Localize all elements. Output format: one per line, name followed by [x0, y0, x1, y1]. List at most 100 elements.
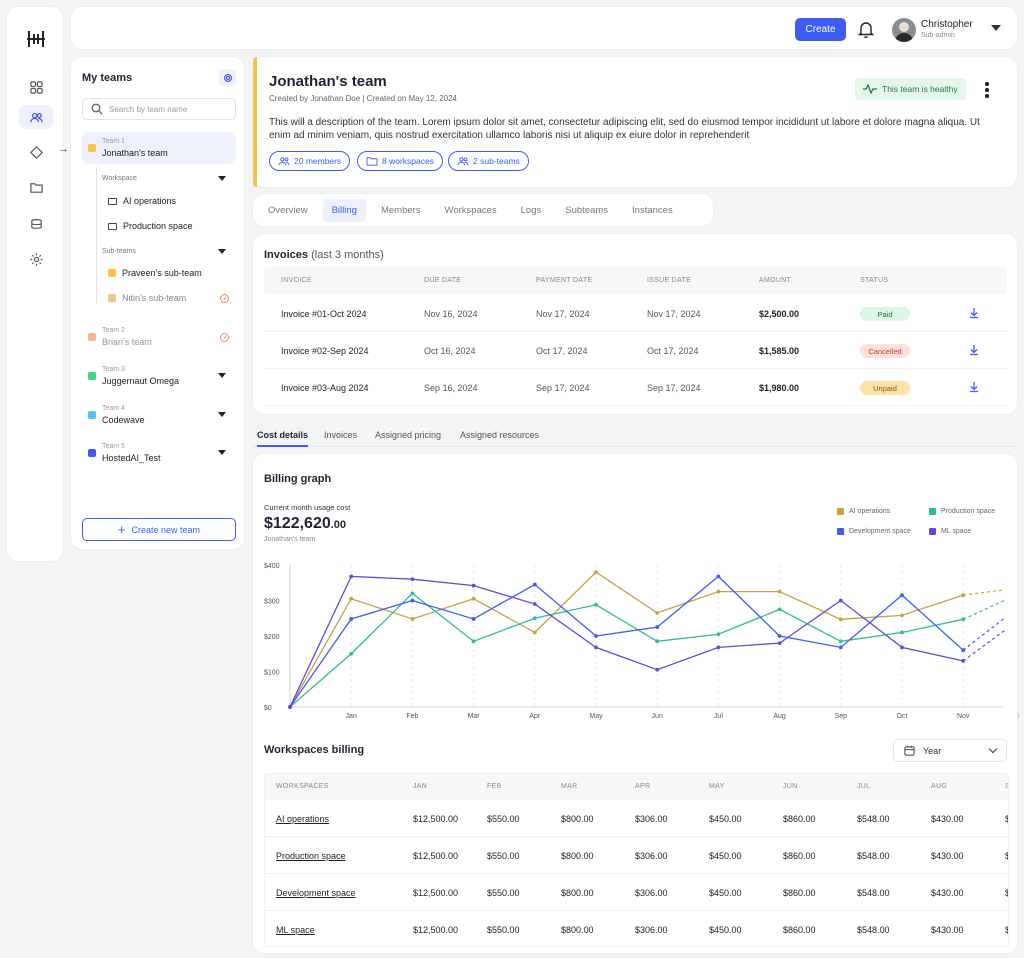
workspace-link[interactable]: Development space	[276, 888, 356, 898]
chevron-down-icon[interactable]	[991, 25, 1001, 31]
create-button[interactable]: Create	[795, 18, 846, 41]
download-icon[interactable]	[968, 344, 980, 356]
tab-overview[interactable]: Overview	[259, 199, 317, 222]
cell-invoice: Invoice #03-Aug 2024	[281, 383, 369, 393]
files-nav[interactable]	[19, 175, 53, 199]
column-header: MAY	[709, 783, 725, 790]
workspaces-pill[interactable]: 8 workspaces	[357, 151, 443, 171]
subtab-invoices[interactable]: Invoices	[324, 430, 357, 440]
cell-amount: $1,980.00	[759, 383, 800, 393]
table-row: ML space $12,500.00 $550.00 $800.00 $306.00 $…	[265, 911, 1008, 946]
dashboard-nav[interactable]	[19, 75, 53, 99]
data-point	[777, 589, 782, 594]
settings-nav[interactable]	[19, 247, 53, 271]
team-search[interactable]	[82, 98, 236, 120]
blocked-icon	[220, 333, 229, 342]
billing-card: Billing graph Current month usage cost $…	[252, 453, 1019, 954]
chevron-down-icon[interactable]	[218, 450, 226, 455]
workspace-label: Production space	[123, 221, 193, 231]
cell-issue: Oct 17, 2024	[647, 346, 699, 356]
cell-value: $550.00	[487, 814, 520, 824]
team-item-3[interactable]: Team 3 Juggernaut Omega	[82, 364, 236, 392]
cell-value: $	[1005, 925, 1008, 935]
data-point	[716, 574, 721, 579]
data-point	[410, 617, 415, 621]
y-tick-label: $200	[264, 634, 280, 641]
chevron-down-icon[interactable]	[218, 412, 226, 417]
cell-amount: $1,585.00	[759, 346, 800, 356]
workspace-item-ai-operations[interactable]: AI operations	[108, 196, 176, 206]
billing-graph-title: Billing graph	[264, 473, 332, 485]
storage-nav[interactable]	[19, 211, 53, 235]
user-name: Christopher	[921, 19, 973, 30]
grid-icon	[29, 80, 43, 94]
subteams-pill[interactable]: 2 sub-teams	[448, 151, 529, 171]
teams-nav[interactable]	[19, 105, 53, 129]
create-new-team-button[interactable]: + Create new team	[82, 518, 236, 541]
y-tick-label: $300	[264, 599, 280, 606]
chevron-down-icon[interactable]	[218, 249, 226, 254]
collapse-arrow-icon[interactable]: →	[58, 143, 69, 155]
data-point	[349, 574, 354, 579]
workspace-item-production-space[interactable]: Production space	[108, 221, 193, 231]
tab-members[interactable]: Members	[372, 199, 430, 222]
members-count: 20 members	[294, 156, 342, 166]
subtab-assigned-pricing[interactable]: Assigned pricing	[375, 430, 441, 440]
data-point	[655, 667, 660, 672]
tab-workspaces[interactable]: Workspaces	[436, 199, 506, 222]
subtab-cost-details[interactable]: Cost details	[257, 430, 309, 447]
team-item-2[interactable]: Team 2 Brian's team	[82, 325, 236, 353]
column-header: MAR	[561, 783, 578, 790]
chevron-down-icon[interactable]	[218, 373, 226, 378]
tab-logs[interactable]: Logs	[512, 199, 551, 222]
bell-icon[interactable]	[857, 19, 875, 39]
top-bar: Create Christopher Sub-admin	[70, 6, 1018, 50]
create-new-team-label: Create new team	[131, 524, 201, 535]
avatar[interactable]	[892, 18, 916, 42]
tab-subteams[interactable]: Subteams	[556, 199, 617, 222]
column-header: INVOICE	[281, 277, 312, 284]
cell-value: $430.00	[931, 925, 964, 935]
cell-value: $12,500.00	[413, 851, 459, 861]
legend-label: Development space	[849, 528, 911, 535]
team-name: Brian's team	[102, 337, 152, 347]
data-point	[961, 648, 966, 653]
column-header: APR	[635, 783, 651, 790]
series-line	[289, 592, 964, 708]
search-input[interactable]	[109, 104, 229, 114]
chevron-down-icon[interactable]	[218, 176, 226, 181]
tab-billing[interactable]: Billing	[322, 198, 366, 222]
download-icon[interactable]	[968, 381, 980, 393]
period-select[interactable]: Year	[893, 739, 1007, 762]
team-item-4[interactable]: Team 4 Codewave	[82, 403, 236, 431]
cell-value: $860.00	[783, 925, 816, 935]
team-item-1[interactable]: Team 1 Jonathan's team	[82, 132, 236, 164]
teams-settings-button[interactable]	[219, 69, 236, 86]
more-menu-icon[interactable]	[982, 81, 992, 99]
team-item-5[interactable]: Team 5 HostedAI_Test	[82, 441, 236, 469]
workspace-link[interactable]: AI operations	[276, 814, 329, 824]
column-header: JAN	[413, 783, 428, 790]
legend-item: AI operations	[837, 508, 890, 515]
team-created-info: Created by Jonathan Doe | Created on May…	[269, 94, 457, 103]
download-icon[interactable]	[968, 307, 980, 319]
subteam-item-nitin[interactable]: Nitin's sub-team	[108, 293, 186, 303]
workspace-link[interactable]: ML space	[276, 925, 315, 935]
workspaces-billing-table: WORKSPACES JAN FEB MAR APR MAY JUN JUL AUG S AI o…	[264, 773, 1009, 947]
y-tick-label: $0	[264, 705, 272, 712]
data-point	[777, 634, 782, 638]
members-pill[interactable]: 20 members	[269, 151, 351, 171]
cell-value: $306.00	[635, 814, 668, 824]
subtab-assigned-resources[interactable]: Assigned resources	[460, 430, 539, 440]
tab-instances[interactable]: Instances	[623, 199, 682, 222]
cell-value: $306.00	[635, 851, 668, 861]
x-tick-label: Mar	[468, 713, 481, 720]
data-point	[838, 598, 843, 603]
workspace-link[interactable]: Production space	[276, 851, 346, 861]
subteam-item-praveen[interactable]: Praveen's sub-team	[108, 268, 202, 278]
workspace-nav[interactable]	[19, 140, 53, 164]
data-point	[471, 596, 476, 601]
column-header: S	[1005, 783, 1008, 790]
usage-label: Current month usage cost	[264, 503, 351, 512]
data-point	[716, 645, 721, 650]
